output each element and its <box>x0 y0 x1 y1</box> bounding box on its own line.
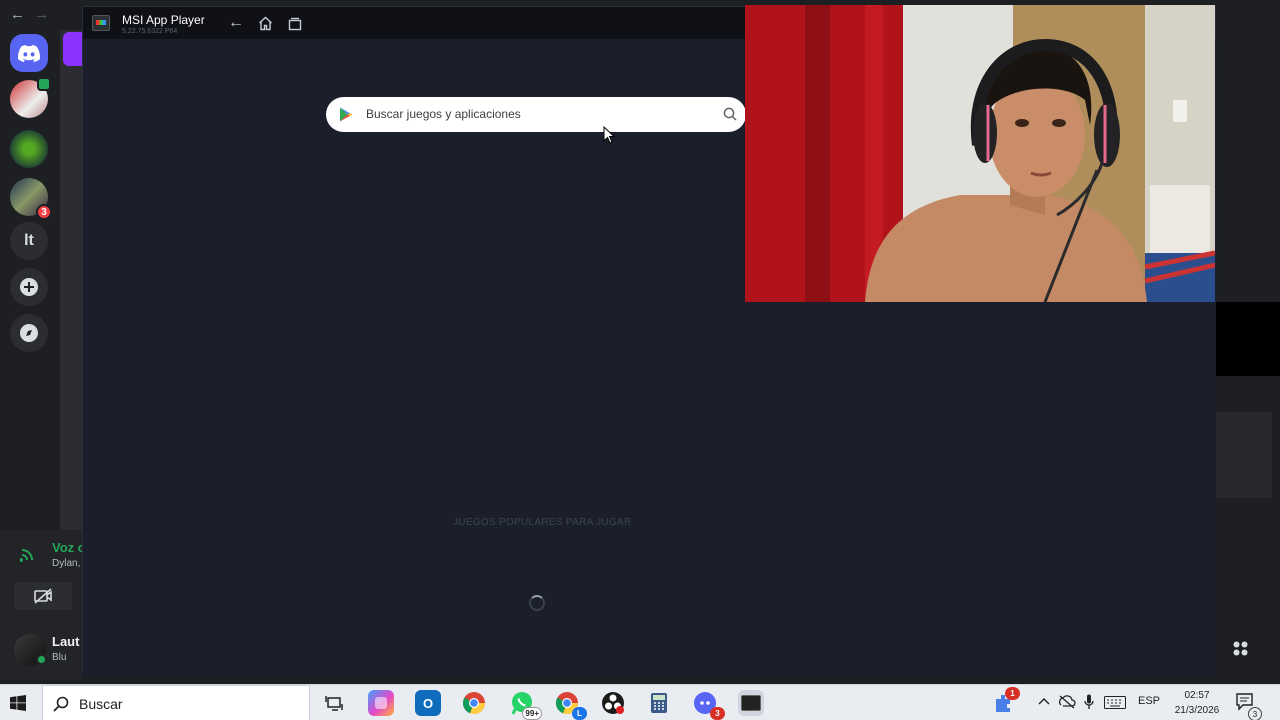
add-server-button[interactable] <box>10 268 48 306</box>
forward-arrow-icon[interactable]: → <box>34 6 49 23</box>
apps-grid-icon[interactable] <box>1233 641 1248 656</box>
discord-banner-edge <box>63 32 83 66</box>
dark-overlay-strip <box>1216 302 1280 376</box>
chevron-up-icon[interactable] <box>1038 697 1050 705</box>
voice-connection-panel: Voz c Dylan, <box>0 530 82 625</box>
home-icon[interactable] <box>258 16 273 31</box>
whatsapp-badge: 99+ <box>522 707 542 720</box>
msi-version-label: 5.22.75.6322 P64 <box>122 28 178 35</box>
chrome-app[interactable] <box>461 690 487 716</box>
server-icon-minecraft[interactable] <box>10 130 48 168</box>
background-panel <box>1216 412 1272 498</box>
google-play-icon <box>340 107 353 122</box>
server-text-label: lt <box>24 232 34 249</box>
voice-channel-title: Voz c <box>52 540 82 555</box>
loading-spinner <box>529 595 545 611</box>
webcam-feed-image <box>745 5 1215 302</box>
back-arrow-icon[interactable]: ← <box>10 6 25 23</box>
server-icon-dm-avatar[interactable] <box>10 77 51 118</box>
taskbar-search-box[interactable]: Buscar <box>42 685 310 720</box>
discord-app[interactable]: 3 <box>692 690 725 720</box>
copilot-app[interactable] <box>368 690 394 716</box>
msi-window-title: MSI App Player <box>122 13 205 27</box>
microphone-icon[interactable] <box>1084 694 1094 710</box>
outlook-icon: O <box>422 695 434 711</box>
server-badge: 3 <box>36 204 52 220</box>
chrome-profile-badge: L <box>572 707 587 720</box>
discover-button[interactable] <box>10 314 48 352</box>
webcam-overlay <box>745 5 1215 302</box>
network-off-icon[interactable] <box>1058 695 1076 709</box>
popular-games-heading: JUEGOS POPULARES PARA JUGAR <box>453 517 632 528</box>
calculator-app[interactable] <box>646 690 672 716</box>
chrome-profile-app[interactable]: L <box>554 690 587 720</box>
clock-date: 21/3/2026 <box>1174 705 1220 716</box>
msi-app-player-taskbar[interactable] <box>738 690 764 716</box>
camera-off-icon <box>34 588 52 604</box>
notification-count: 3 <box>1248 707 1262 720</box>
back-icon[interactable]: ← <box>228 14 244 32</box>
keyboard-icon[interactable] <box>1104 696 1126 709</box>
discord-titlebar: ← → <box>0 0 82 30</box>
server-icon-game[interactable]: 3 <box>10 178 52 220</box>
voice-channel-subtitle: Dylan, <box>52 558 81 569</box>
user-name: Laut <box>52 634 80 649</box>
tray-app-badge: 1 <box>1005 687 1020 700</box>
discord-home-button[interactable] <box>10 34 48 72</box>
obs-app[interactable] <box>600 690 626 716</box>
msi-player-icon <box>741 695 761 711</box>
whatsapp-app[interactable]: 99+ <box>509 690 542 720</box>
camera-toggle-button[interactable] <box>14 582 72 610</box>
user-status-indicator <box>36 654 47 665</box>
server-icon-text[interactable]: lt <box>10 222 48 260</box>
obs-icon <box>602 692 624 714</box>
clock[interactable]: 02:57 21/3/2026 <box>1170 688 1224 718</box>
search-icon <box>53 696 69 712</box>
input-language[interactable]: ESP <box>1138 695 1160 707</box>
desktop: ← → 3 lt Voz c Dylan, Laut Blu MSI App P… <box>0 0 1280 720</box>
task-view-icon <box>325 696 343 711</box>
discord-channel-strip <box>60 30 82 530</box>
user-activity: Blu <box>52 652 67 663</box>
msi-logo-icon <box>92 15 110 31</box>
notification-center-button[interactable]: 3 <box>1236 693 1262 720</box>
recent-apps-icon[interactable] <box>288 17 302 31</box>
outlook-app[interactable]: O <box>415 690 441 716</box>
calculator-icon <box>651 693 667 713</box>
copilot-icon <box>375 697 387 709</box>
plus-icon <box>20 278 38 296</box>
play-store-search-bar[interactable]: Buscar juegos y aplicaciones <box>326 97 746 132</box>
compass-icon <box>20 324 38 342</box>
msi-titlebar: MSI App Player 5.22.75.6322 P64 ← <box>83 7 747 39</box>
discord-logo-icon <box>18 44 40 62</box>
windows-start-icon[interactable] <box>10 695 26 711</box>
windows-taskbar: Buscar O 99+ L 3 1 ESP 02:57 21/3/2026 3 <box>0 684 1280 720</box>
user-panel: Laut Blu <box>0 625 82 680</box>
clock-time: 02:57 <box>1184 690 1210 701</box>
mouse-cursor-icon <box>603 126 615 144</box>
search-icon[interactable] <box>723 107 737 121</box>
online-indicator <box>37 77 51 91</box>
chrome-icon <box>462 692 486 715</box>
discord-badge: 3 <box>710 707 725 720</box>
tray-app-icon[interactable]: 1 <box>991 687 1020 716</box>
search-placeholder: Buscar juegos y aplicaciones <box>366 107 521 121</box>
task-view-button[interactable] <box>321 690 347 716</box>
discord-server-rail: 3 lt <box>0 30 60 530</box>
voice-signal-icon <box>20 549 33 562</box>
taskbar-search-label: Buscar <box>79 696 123 712</box>
